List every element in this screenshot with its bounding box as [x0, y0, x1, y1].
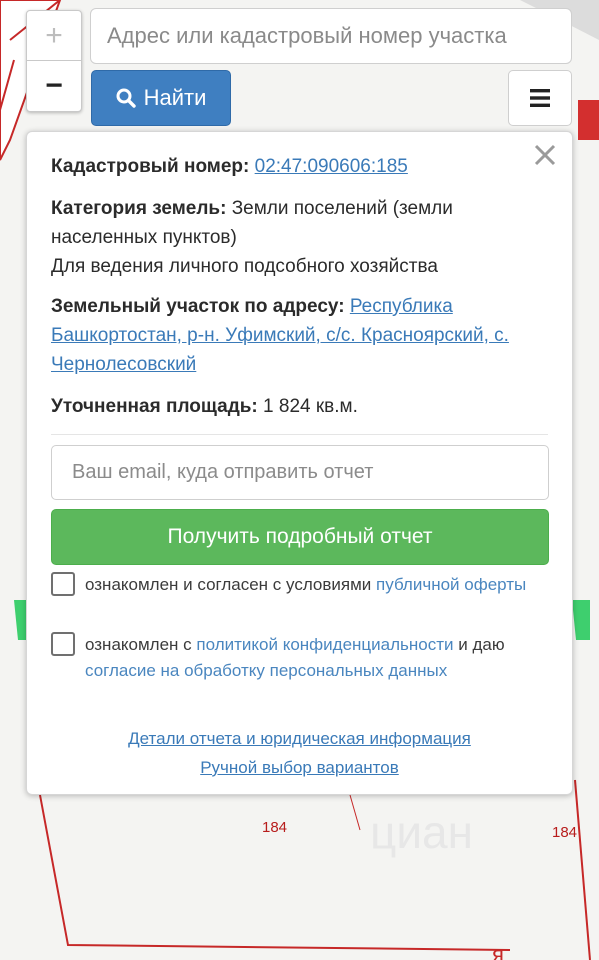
zoom-out-button[interactable]: − — [27, 61, 81, 110]
privacy-checkbox[interactable] — [51, 632, 75, 656]
menu-button[interactable] — [508, 70, 572, 126]
email-field[interactable] — [51, 445, 549, 500]
privacy-agreement-row: ознакомлен с политикой конфиденциальност… — [51, 632, 548, 684]
address-row: Земельный участок по адресу: Республика … — [51, 292, 548, 379]
privacy-policy-link[interactable]: политикой конфиденциальности — [196, 635, 453, 654]
cadastral-number-link[interactable]: 02:47:090606:185 — [255, 156, 408, 177]
divider — [51, 434, 548, 435]
svg-text:я: я — [492, 942, 504, 960]
privacy-middle: и даю — [458, 635, 505, 654]
zoom-control: + − — [26, 10, 82, 112]
parcel-label: 184 — [262, 819, 287, 836]
category-row: Категория земель: Земли поселений (земли… — [51, 194, 548, 281]
area-row: Уточненная площадь: 1 824 кв.м. — [51, 392, 548, 421]
parcel-label: 184 — [552, 824, 577, 841]
area-value: 1 824 кв.м. — [263, 396, 358, 417]
usage-value: Для ведения личного подсобного хозяйства — [51, 256, 438, 277]
watermark: циан — [370, 806, 473, 858]
address-label: Земельный участок по адресу: — [51, 296, 345, 317]
details-link[interactable]: Детали отчета и юридическая информация — [27, 729, 572, 749]
hamburger-icon — [530, 89, 550, 107]
search-input[interactable] — [90, 8, 572, 64]
cadastral-label: Кадастровый номер: — [51, 156, 250, 177]
find-button[interactable]: Найти — [91, 70, 231, 126]
data-consent-link[interactable]: согласие на обработку персональных данны… — [85, 661, 447, 680]
offer-link[interactable]: публичной оферты — [376, 575, 526, 594]
area-label: Уточненная площадь: — [51, 396, 258, 417]
zoom-in-button[interactable]: + — [27, 11, 81, 61]
manual-selection-link[interactable]: Ручной выбор вариантов — [27, 758, 572, 778]
get-report-button[interactable]: Получить подробный отчет — [51, 509, 549, 565]
offer-checkbox[interactable] — [51, 572, 75, 596]
get-report-label: Получить подробный отчет — [167, 525, 433, 548]
privacy-prefix: ознакомлен с — [85, 635, 192, 654]
cadastral-row: Кадастровый номер: 02:47:090606:185 — [51, 152, 548, 181]
find-button-label: Найти — [143, 85, 207, 110]
parcel-info-panel: Кадастровый номер: 02:47:090606:185 Кате… — [26, 131, 573, 795]
offer-agreement-row: ознакомлен и согласен с условиями публич… — [51, 572, 548, 598]
search-icon — [116, 88, 136, 108]
category-label: Категория земель: — [51, 198, 227, 219]
offer-text: ознакомлен и согласен с условиями — [85, 575, 372, 594]
